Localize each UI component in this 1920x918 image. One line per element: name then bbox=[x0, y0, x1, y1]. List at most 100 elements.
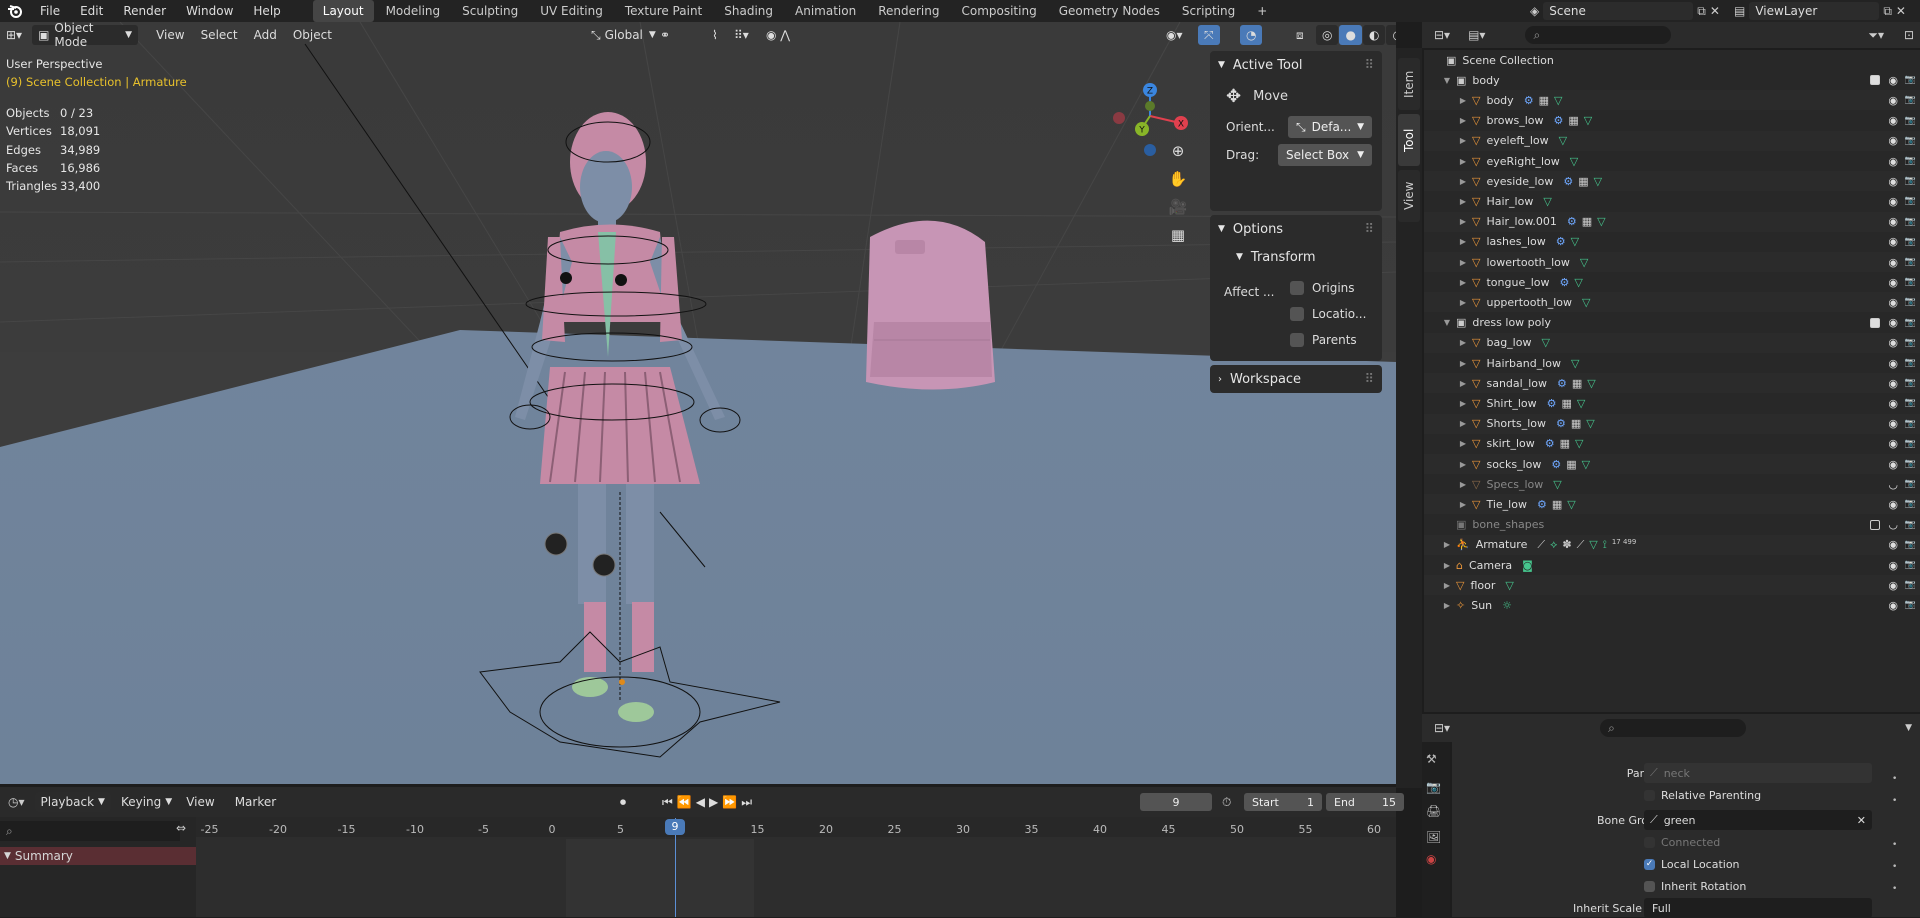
outliner-row[interactable]: ▼ ▣ body ◉ 📷 bbox=[1424, 70, 1920, 90]
wrench-icon[interactable]: ⚙ bbox=[1556, 235, 1566, 248]
orientation-dropdown[interactable]: ⤡ Defa... ▼ bbox=[1288, 116, 1372, 138]
local-location-option[interactable]: ✓ Local Location bbox=[1644, 854, 1740, 874]
menu-view[interactable]: View bbox=[150, 25, 190, 45]
properties-search-input[interactable]: ⌕ bbox=[1600, 719, 1747, 737]
xray-icon[interactable]: ⧈ bbox=[1290, 25, 1310, 45]
scene-tab-icon[interactable]: ◉ bbox=[1426, 852, 1436, 866]
inherit-scale-dropdown[interactable]: Full bbox=[1644, 898, 1872, 918]
eye-icon[interactable]: ◉ bbox=[1888, 94, 1898, 107]
outliner-row[interactable]: ▶ ▽ eyeside_low ⚙ ▦ ▽ ◉ 📷 bbox=[1424, 171, 1920, 192]
menu-file[interactable]: File bbox=[30, 0, 70, 22]
eye-icon[interactable]: ◉ bbox=[1888, 336, 1898, 349]
expand-chevron-right-icon[interactable]: ▶ bbox=[1458, 96, 1468, 105]
menu-help[interactable]: Help bbox=[243, 0, 290, 22]
outliner-row[interactable]: ▶ ▽ skirt_low ⚙ ▦ ▽ ◉ 📷 bbox=[1424, 434, 1920, 454]
eye-icon[interactable]: ◉ bbox=[1888, 538, 1898, 551]
constraint-icon[interactable]: ✽ bbox=[1562, 538, 1571, 552]
exclude-checkbox[interactable] bbox=[1870, 317, 1880, 328]
outliner-row[interactable]: ▶ ▽ Shorts_low ⚙ ▦ ▽ ◉ 📷 bbox=[1424, 413, 1920, 434]
overlay-toggle-icon[interactable]: ◔ bbox=[1240, 25, 1263, 45]
editor-type-icon[interactable]: ⊟▾ bbox=[1434, 28, 1450, 42]
expand-chevron-right-icon[interactable]: ▶ bbox=[1458, 500, 1468, 509]
mesh-data-icon[interactable]: ▽ bbox=[1541, 336, 1549, 349]
mesh-data-icon[interactable]: ▽ bbox=[1575, 437, 1583, 450]
wrench-icon[interactable]: ⚙ bbox=[1537, 498, 1547, 511]
drag-handle-icon[interactable]: ⠿ bbox=[1364, 372, 1374, 387]
tool-tab-icon[interactable]: ⚒ bbox=[1426, 752, 1437, 766]
render-camera-icon[interactable]: 📷 bbox=[1905, 95, 1916, 105]
expand-chevron-right-icon[interactable]: ▶ bbox=[1458, 197, 1468, 206]
grid-icon[interactable]: ▦ bbox=[1571, 417, 1581, 430]
bone-icon[interactable]: ⟋ bbox=[1577, 538, 1585, 552]
menu-edit[interactable]: Edit bbox=[70, 0, 113, 22]
view-layer-selector[interactable]: ViewLayer bbox=[1749, 2, 1880, 20]
eye-icon[interactable]: ◉ bbox=[1888, 235, 1898, 248]
wrench-icon[interactable]: ⚙ bbox=[1524, 94, 1534, 107]
inherit-rotation-option[interactable]: Inherit Rotation bbox=[1644, 876, 1746, 896]
eye-icon[interactable]: ◡ bbox=[1888, 518, 1898, 531]
eye-icon[interactable]: ◉ bbox=[1888, 114, 1898, 127]
expand-chevron-right-icon[interactable]: ▶ bbox=[1458, 419, 1468, 428]
grid-icon[interactable]: ▦ bbox=[1560, 437, 1570, 450]
gizmo-neg-z[interactable] bbox=[1144, 144, 1156, 156]
visibility-icon[interactable]: ◉▾ bbox=[1160, 25, 1189, 45]
wrench-icon[interactable]: ⚙ bbox=[1556, 417, 1566, 430]
tab-sculpting[interactable]: Sculpting bbox=[452, 0, 528, 22]
render-camera-icon[interactable]: 📷 bbox=[1905, 600, 1916, 610]
wrench-icon[interactable]: ⚙ bbox=[1557, 377, 1567, 390]
bone-group-field[interactable]: ⟋ green ✕ bbox=[1644, 810, 1872, 830]
outliner-row[interactable]: ▶ ✧ Sun ☼ ◉ 📷 bbox=[1424, 595, 1920, 615]
render-camera-icon[interactable]: 📷 bbox=[1905, 156, 1916, 166]
mesh-data-icon[interactable]: ▽ bbox=[1582, 458, 1590, 471]
tab-modeling[interactable]: Modeling bbox=[376, 0, 451, 22]
connected-checkbox[interactable] bbox=[1644, 836, 1655, 848]
affect-locations-option[interactable]: Locatio... bbox=[1290, 307, 1366, 321]
menu-select[interactable]: Select bbox=[195, 25, 244, 45]
eye-icon[interactable]: ◉ bbox=[1888, 175, 1898, 188]
view-layer-tab-icon[interactable]: 🖼 bbox=[1426, 830, 1441, 844]
eye-icon[interactable]: ◉ bbox=[1888, 74, 1898, 87]
expand-chevron-right-icon[interactable]: ▶ bbox=[1458, 399, 1468, 408]
render-camera-icon[interactable]: 📷 bbox=[1905, 540, 1916, 550]
mesh-data-icon[interactable]: ▽ bbox=[1505, 579, 1513, 592]
expand-chevron-down-icon[interactable]: ▼ bbox=[1442, 76, 1452, 85]
animate-property-dots[interactable]: • • • • • bbox=[1892, 768, 1897, 900]
scene-selector[interactable]: Scene bbox=[1543, 2, 1694, 20]
tab-item[interactable]: Item bbox=[1398, 58, 1420, 110]
close-icon[interactable]: ✕ bbox=[1857, 814, 1866, 827]
render-camera-icon[interactable]: 📷 bbox=[1905, 479, 1916, 489]
sun-icon[interactable]: ☼ bbox=[1502, 599, 1512, 612]
new-scene-icon[interactable]: ⧉ bbox=[1697, 4, 1706, 19]
outliner-row[interactable]: ▶ ▽ Specs_low ▽ ◡ 📷 bbox=[1424, 474, 1920, 494]
expand-chevron-right-icon[interactable]: ▶ bbox=[1458, 157, 1468, 166]
grid-icon[interactable]: ▦ bbox=[1582, 215, 1592, 228]
render-camera-icon[interactable]: 📷 bbox=[1905, 398, 1916, 408]
output-tab-icon[interactable]: 🖨 bbox=[1426, 804, 1441, 818]
armature-icon[interactable]: ⟟ bbox=[1603, 538, 1607, 552]
wrench-icon[interactable]: ⚙ bbox=[1551, 458, 1561, 471]
render-camera-icon[interactable]: 📷 bbox=[1905, 75, 1916, 85]
snap-target-icon[interactable]: ⠿▾ bbox=[728, 25, 755, 45]
menu-add[interactable]: Add bbox=[248, 25, 283, 45]
wrench-icon[interactable]: ⚙ bbox=[1567, 215, 1577, 228]
eye-icon[interactable]: ◡ bbox=[1888, 478, 1898, 491]
grid-icon[interactable]: ▦ bbox=[1539, 94, 1549, 107]
wrench-icon[interactable]: ⚙ bbox=[1560, 276, 1570, 289]
transform-orientation-selector[interactable]: ⤡ Global ▼ bbox=[585, 25, 662, 45]
eye-icon[interactable]: ◉ bbox=[1888, 559, 1898, 572]
parent-field[interactable]: ⟋ neck bbox=[1644, 763, 1872, 783]
drag-handle-icon[interactable]: ⠿ bbox=[1364, 58, 1374, 73]
delete-scene-icon[interactable]: ✕ bbox=[1710, 4, 1720, 18]
expand-chevron-right-icon[interactable]: ▶ bbox=[1458, 237, 1468, 246]
tab-animation[interactable]: Animation bbox=[785, 0, 866, 22]
tab-view[interactable]: View bbox=[1398, 170, 1420, 222]
camera-data-icon[interactable]: ◙ bbox=[1522, 559, 1533, 572]
outliner-row[interactable]: ▶ ▽ Shirt_low ⚙ ▦ ▽ ◉ 📷 bbox=[1424, 393, 1920, 413]
perspective-grid-icon[interactable]: ▦ bbox=[1171, 226, 1185, 244]
eye-icon[interactable]: ◉ bbox=[1888, 155, 1898, 168]
grid-icon[interactable]: ▦ bbox=[1578, 175, 1588, 188]
camera-view-icon[interactable]: 🎥 bbox=[1169, 198, 1188, 216]
outliner-row[interactable]: ▶ ▽ eyeleft_low ▽ ◉ 📷 bbox=[1424, 130, 1920, 151]
render-camera-icon[interactable]: 📷 bbox=[1905, 419, 1916, 429]
gizmo-neg-x[interactable] bbox=[1113, 112, 1125, 124]
